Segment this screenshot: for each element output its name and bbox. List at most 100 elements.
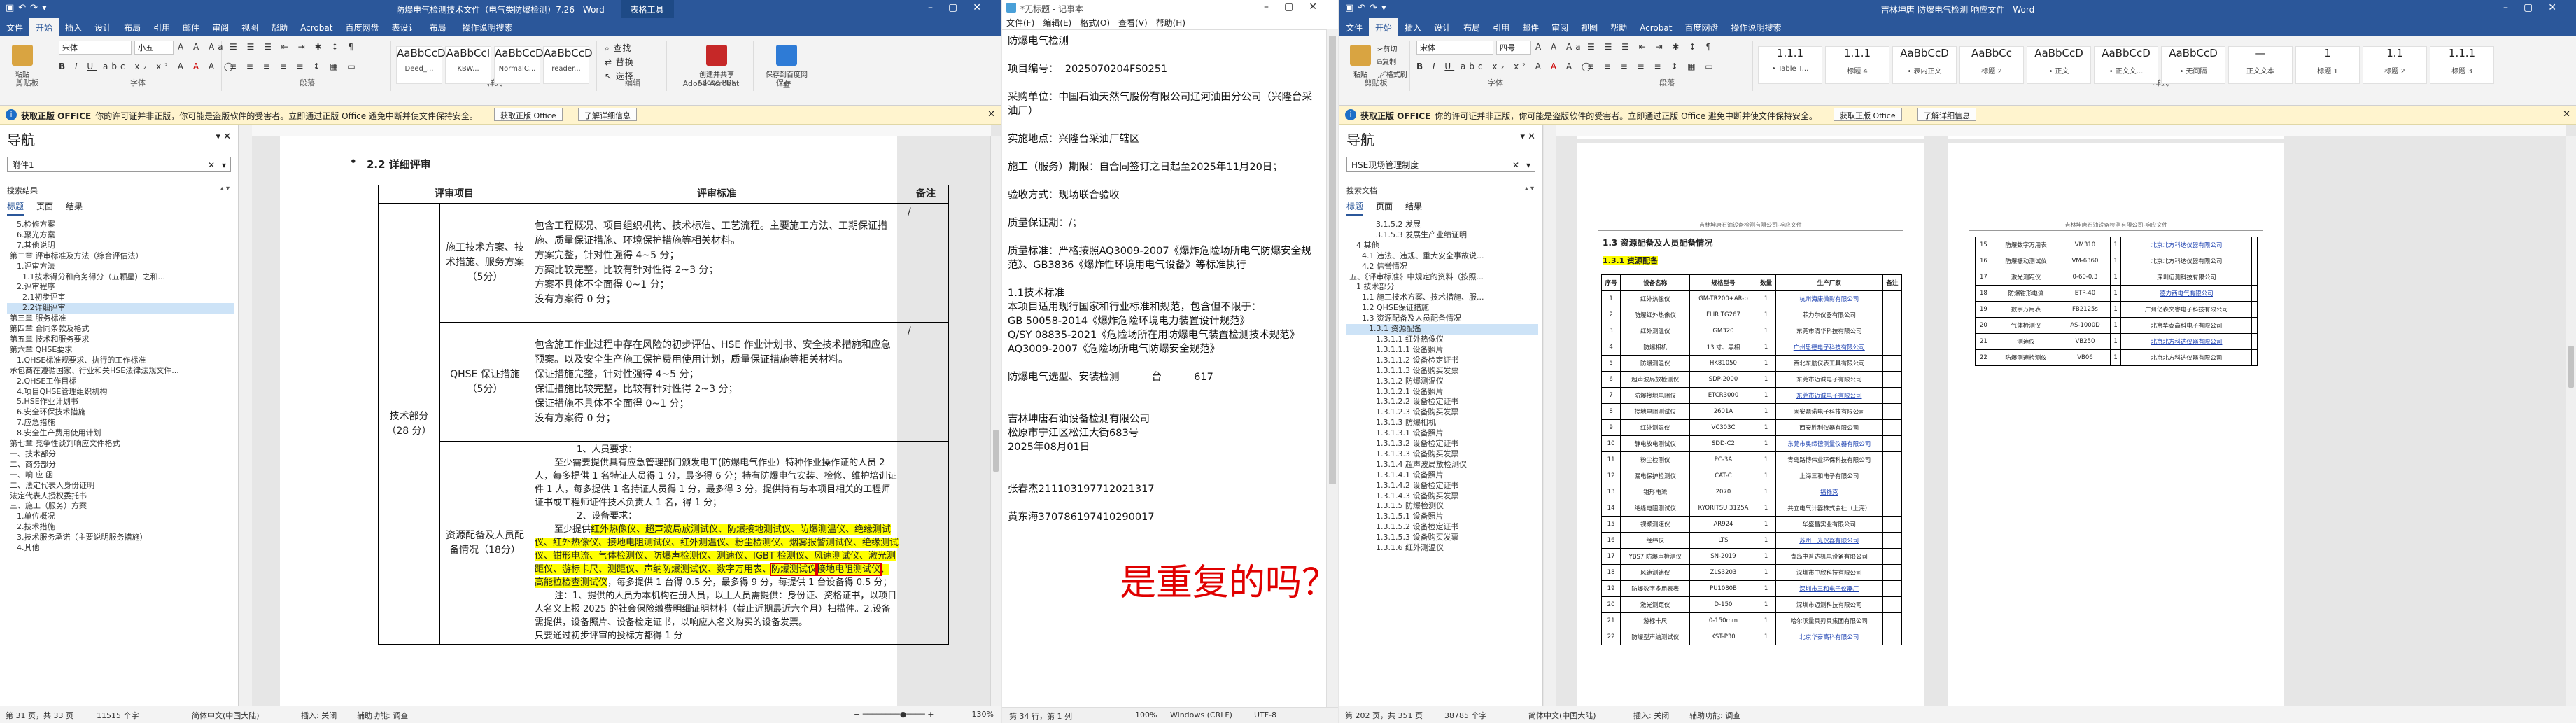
- style-gallery-item[interactable]: AaBbCcD reader...: [543, 46, 593, 84]
- nav-tree-item[interactable]: 6.聚光方案: [7, 230, 234, 241]
- nav-tree-item[interactable]: 第三章 服务标准: [7, 314, 234, 324]
- menu-item[interactable]: 插入: [59, 18, 88, 37]
- menu-item[interactable]: 开始: [29, 18, 59, 37]
- menu-item[interactable]: 百度网盘: [1678, 18, 1724, 37]
- cut-button[interactable]: ✂剪切: [1377, 43, 1397, 54]
- nav-tree-item[interactable]: 1 技术部分: [1346, 282, 1538, 293]
- nav-tree-item[interactable]: 4 其他: [1346, 241, 1538, 251]
- menu-item[interactable]: 布局: [423, 18, 452, 37]
- close-icon[interactable]: ✕: [2563, 109, 2570, 120]
- style-gallery-item[interactable]: — 正文文本: [2228, 46, 2293, 84]
- align-tools[interactable]: ≡ ≡ ≡ ≡ ≡ ↕ ▦ ▭: [1587, 62, 1717, 71]
- nav-tree-item[interactable]: 1.QHSE标准规要求、执行的工作标准: [7, 356, 234, 366]
- scroll-thumb[interactable]: [993, 430, 999, 472]
- menu-item[interactable]: 操作说明搜索: [1724, 18, 1787, 37]
- close-icon[interactable]: ✕: [987, 109, 995, 120]
- result-arrows-icon[interactable]: ▴ ▾: [220, 185, 230, 192]
- nav-tree-item[interactable]: 4.2 信誉情况: [1346, 262, 1538, 272]
- nav-tree-item[interactable]: 1.3.1.3.1 设备照片: [1346, 428, 1538, 439]
- nav-tree-item[interactable]: 1.3.1 资源配备: [1346, 324, 1538, 335]
- nav-tree-item[interactable]: 第二章 评审标准及方法（综合评估法）: [7, 251, 234, 262]
- menu-item[interactable]: 表设计: [385, 18, 423, 37]
- nav-tree-item[interactable]: 1.单位概况: [7, 512, 234, 522]
- style-gallery-item[interactable]: 1.1.1 • Table T...: [1758, 46, 1822, 84]
- nav-tree-item[interactable]: 1.3.1.4.2 设备检定证书: [1346, 481, 1538, 491]
- nav-tree-item[interactable]: 7.应急措施: [7, 418, 234, 428]
- font-format-tools[interactable]: B I U abc x₂ x² A A A ◯: [1416, 62, 1594, 71]
- nav-tree-item[interactable]: 第七章 竞争性谈判响应文件格式: [7, 439, 234, 449]
- window-controls[interactable]: –▢✕: [1264, 1, 1332, 13]
- list-tools[interactable]: ☰ ☰ ☰ ⇤ ⇥ ✱ ↕ ¶: [1587, 42, 1715, 52]
- nav-search-input[interactable]: 附件1 ✕ ▾: [7, 157, 231, 172]
- menu-item[interactable]: 百度网盘: [339, 18, 385, 37]
- nav-tree-item[interactable]: 1.1技术得分和商务得分（五颗星）之和...: [7, 272, 234, 283]
- nav-tree-item[interactable]: 1.3.1.4.3 设备购买发票: [1346, 491, 1538, 502]
- menu-item[interactable]: 审阅: [1545, 18, 1575, 37]
- nav-tree-item[interactable]: 6.安全环保技术措施: [7, 407, 234, 418]
- nav-tree-item[interactable]: 2.1初步评审: [7, 293, 234, 303]
- scroll-thumb[interactable]: [1329, 36, 1336, 484]
- dropdown-icon[interactable]: ▾: [222, 157, 226, 173]
- nav-tree-item[interactable]: 1.3.1.5 防爆检测仪: [1346, 501, 1538, 512]
- nav-tree-item[interactable]: 3.技术服务承诺（主要说明服务措施）: [7, 533, 234, 543]
- nav-tree-item[interactable]: 1.2 QHSE保证措施: [1346, 303, 1538, 314]
- font-name-box[interactable]: 宋体: [59, 41, 132, 55]
- nav-tree-item[interactable]: 1.3.1.2.3 设备购买发票: [1346, 407, 1538, 418]
- vertical-scrollbar[interactable]: [2566, 136, 2576, 706]
- window-controls[interactable]: –▢✕: [928, 2, 997, 13]
- font-format-tools[interactable]: B I U abc x₂ x² A A A ◯: [59, 62, 237, 71]
- find-button[interactable]: ⌕ 查找: [605, 42, 632, 54]
- font-size-box[interactable]: 小五: [134, 41, 174, 55]
- accessibility[interactable]: 辅助功能: 调查: [1689, 710, 1740, 721]
- style-gallery-item[interactable]: AaBbCc 标题 2: [1959, 46, 2024, 84]
- menu-item[interactable]: 文件: [1339, 18, 1369, 37]
- style-gallery-item[interactable]: AaBbCcD NormalC...: [494, 46, 544, 84]
- scroll-thumb[interactable]: [2568, 346, 2574, 388]
- nav-tree-item[interactable]: 1.3.1.6 红外测温仪: [1346, 543, 1538, 554]
- menu-item[interactable]: 设计: [88, 18, 118, 37]
- menu-item[interactable]: 引用: [1486, 18, 1516, 37]
- notepad-menu-item[interactable]: 帮助(H): [1152, 15, 1190, 30]
- nav-tab[interactable]: 标题: [1346, 200, 1364, 216]
- result-arrows-icon[interactable]: ▴ ▾: [1525, 185, 1534, 192]
- font-size-tools[interactable]: A A Aa: [178, 42, 227, 52]
- get-office-button[interactable]: 获取正版 Office: [1834, 108, 1902, 121]
- nav-close-icon[interactable]: ▾ ✕: [1520, 132, 1535, 142]
- nav-tree-item[interactable]: 4.其他: [7, 543, 234, 554]
- nav-tree-item[interactable]: 1.3.1.1.2 设备检定证书: [1346, 356, 1538, 366]
- paste-button[interactable]: 粘贴: [7, 45, 38, 79]
- vertical-scrollbar[interactable]: [990, 136, 1001, 706]
- nav-tree-item[interactable]: 1.3.1.3 防爆相机: [1346, 418, 1538, 428]
- copy-button[interactable]: ⧉复制: [1377, 56, 1396, 66]
- nav-tree-item[interactable]: 1.3.1.3.2 设备检定证书: [1346, 439, 1538, 449]
- nav-tree-item[interactable]: 1.3.1.2.2 设备检定证书: [1346, 397, 1538, 407]
- paste-button[interactable]: 粘贴: [1345, 45, 1376, 79]
- nav-tree-item[interactable]: 五、《评审标准》中规定的资料（按照...: [1346, 272, 1538, 283]
- nav-tree-item[interactable]: 三、施工（服务）方案: [7, 501, 234, 512]
- notepad-menu-item[interactable]: 编辑(E): [1039, 15, 1076, 30]
- font-size-tools[interactable]: A A Aa: [1535, 42, 1584, 52]
- align-tools[interactable]: ≡ ≡ ≡ ≡ ≡ ↕ ▦ ▭: [230, 62, 359, 71]
- font-name-box[interactable]: 宋体: [1416, 41, 1493, 55]
- menu-item[interactable]: 帮助: [1604, 18, 1633, 37]
- nav-tree-item[interactable]: 1.评审方法: [7, 262, 234, 272]
- menu-item[interactable]: 邮件: [176, 18, 206, 37]
- nav-tree-item[interactable]: 1.3.1.5.2 设备检定证书: [1346, 522, 1538, 533]
- nav-tab[interactable]: 页面: [1376, 200, 1393, 214]
- nav-tree-item[interactable]: 1.1 施工技术方案、技术措施、服...: [1346, 293, 1538, 303]
- menu-item[interactable]: 引用: [147, 18, 176, 37]
- nav-tab[interactable]: 结果: [66, 200, 83, 214]
- dropdown-icon[interactable]: ▾: [1526, 157, 1530, 173]
- learn-more-button[interactable]: 了解详细信息: [578, 108, 637, 121]
- style-gallery-item[interactable]: AaBbCcD • 正文文...: [2094, 46, 2158, 84]
- nav-tree-item[interactable]: 1.3 资源配备及人员配备情况: [1346, 314, 1538, 324]
- nav-tree-item[interactable]: 1.3.1.2.1 设备照片: [1346, 387, 1538, 398]
- nav-tree-item[interactable]: 1.3.1.3.3 设备购买发票: [1346, 449, 1538, 460]
- style-gallery-item[interactable]: 1.1.1 标题 4: [1825, 46, 1889, 84]
- notepad-menu-item[interactable]: 格式(O): [1076, 15, 1114, 30]
- nav-tree-item[interactable]: 1.3.1.1.1 设备照片: [1346, 345, 1538, 356]
- nav-tree-item[interactable]: 承包商在遵循国家、行业和关HSE法律法规文件...: [7, 366, 234, 377]
- menu-item[interactable]: 设计: [1428, 18, 1457, 37]
- nav-tree-item[interactable]: 1.3.1.5.3 设备购买发票: [1346, 533, 1538, 543]
- clear-icon[interactable]: ✕: [208, 157, 215, 173]
